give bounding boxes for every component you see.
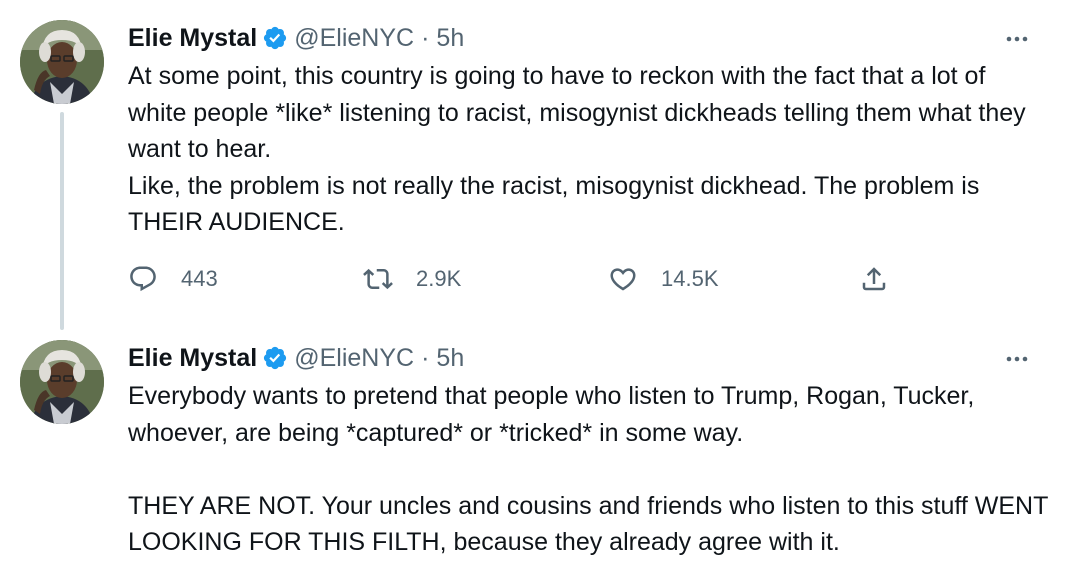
more-options-icon (1006, 356, 1028, 362)
author-name[interactable]: Elie Mystal (128, 24, 257, 53)
tweet-header: Elie Mystal @ElieNYC · 5h (128, 340, 464, 376)
like-icon (610, 268, 636, 291)
tweet-paragraph: THEY ARE NOT. Your uncles and cousins an… (128, 491, 1048, 557)
more-options-button[interactable] (1002, 24, 1032, 54)
tweet[interactable]: Elie Mystal @ElieNYC · 5h At some point,… (0, 0, 1068, 330)
avatar-photo (20, 340, 104, 424)
thread-connector-line (60, 112, 64, 330)
retweet-icon (363, 268, 393, 290)
avatar[interactable] (20, 20, 104, 104)
tweet-text: At some point, this country is going to … (128, 58, 1048, 241)
reply-icon (130, 266, 156, 292)
tweet-header: Elie Mystal @ElieNYC · 5h (128, 20, 464, 56)
reply-count: 443 (181, 266, 218, 291)
timestamp[interactable]: 5h (436, 344, 464, 373)
author-name[interactable]: Elie Mystal (128, 344, 257, 373)
author-handle[interactable]: @ElieNYC (294, 24, 414, 53)
share-button[interactable] (859, 262, 889, 296)
author-handle[interactable]: @ElieNYC (294, 344, 414, 373)
like-count: 14.5K (661, 266, 719, 291)
separator-dot: · (421, 343, 430, 372)
retweet-count: 2.9K (416, 266, 462, 291)
avatar-photo (20, 20, 104, 104)
tweet-paragraph: Everybody wants to pretend that people w… (128, 382, 975, 447)
tweet-paragraph: At some point, this country is going to … (128, 62, 1026, 163)
separator-dot: · (421, 23, 430, 52)
verified-badge-icon (264, 346, 287, 370)
more-options-button[interactable] (1002, 344, 1032, 374)
avatar[interactable] (20, 340, 104, 424)
share-icon (862, 267, 886, 291)
reply-button[interactable]: 443 (128, 262, 218, 296)
more-options-icon (1006, 36, 1028, 42)
tweet-paragraph: Like, the problem is not really the raci… (128, 171, 980, 237)
like-button[interactable]: 14.5K (608, 262, 719, 296)
tweet-text: Everybody wants to pretend that people w… (128, 378, 1048, 561)
timestamp[interactable]: 5h (436, 24, 464, 53)
tweet-actions: 443 2.9K 14.5K (128, 262, 908, 296)
retweet-button[interactable]: 2.9K (363, 262, 461, 296)
tweet[interactable]: Elie Mystal @ElieNYC · 5h Everybody want… (0, 330, 1068, 574)
verified-badge-icon (264, 26, 287, 50)
